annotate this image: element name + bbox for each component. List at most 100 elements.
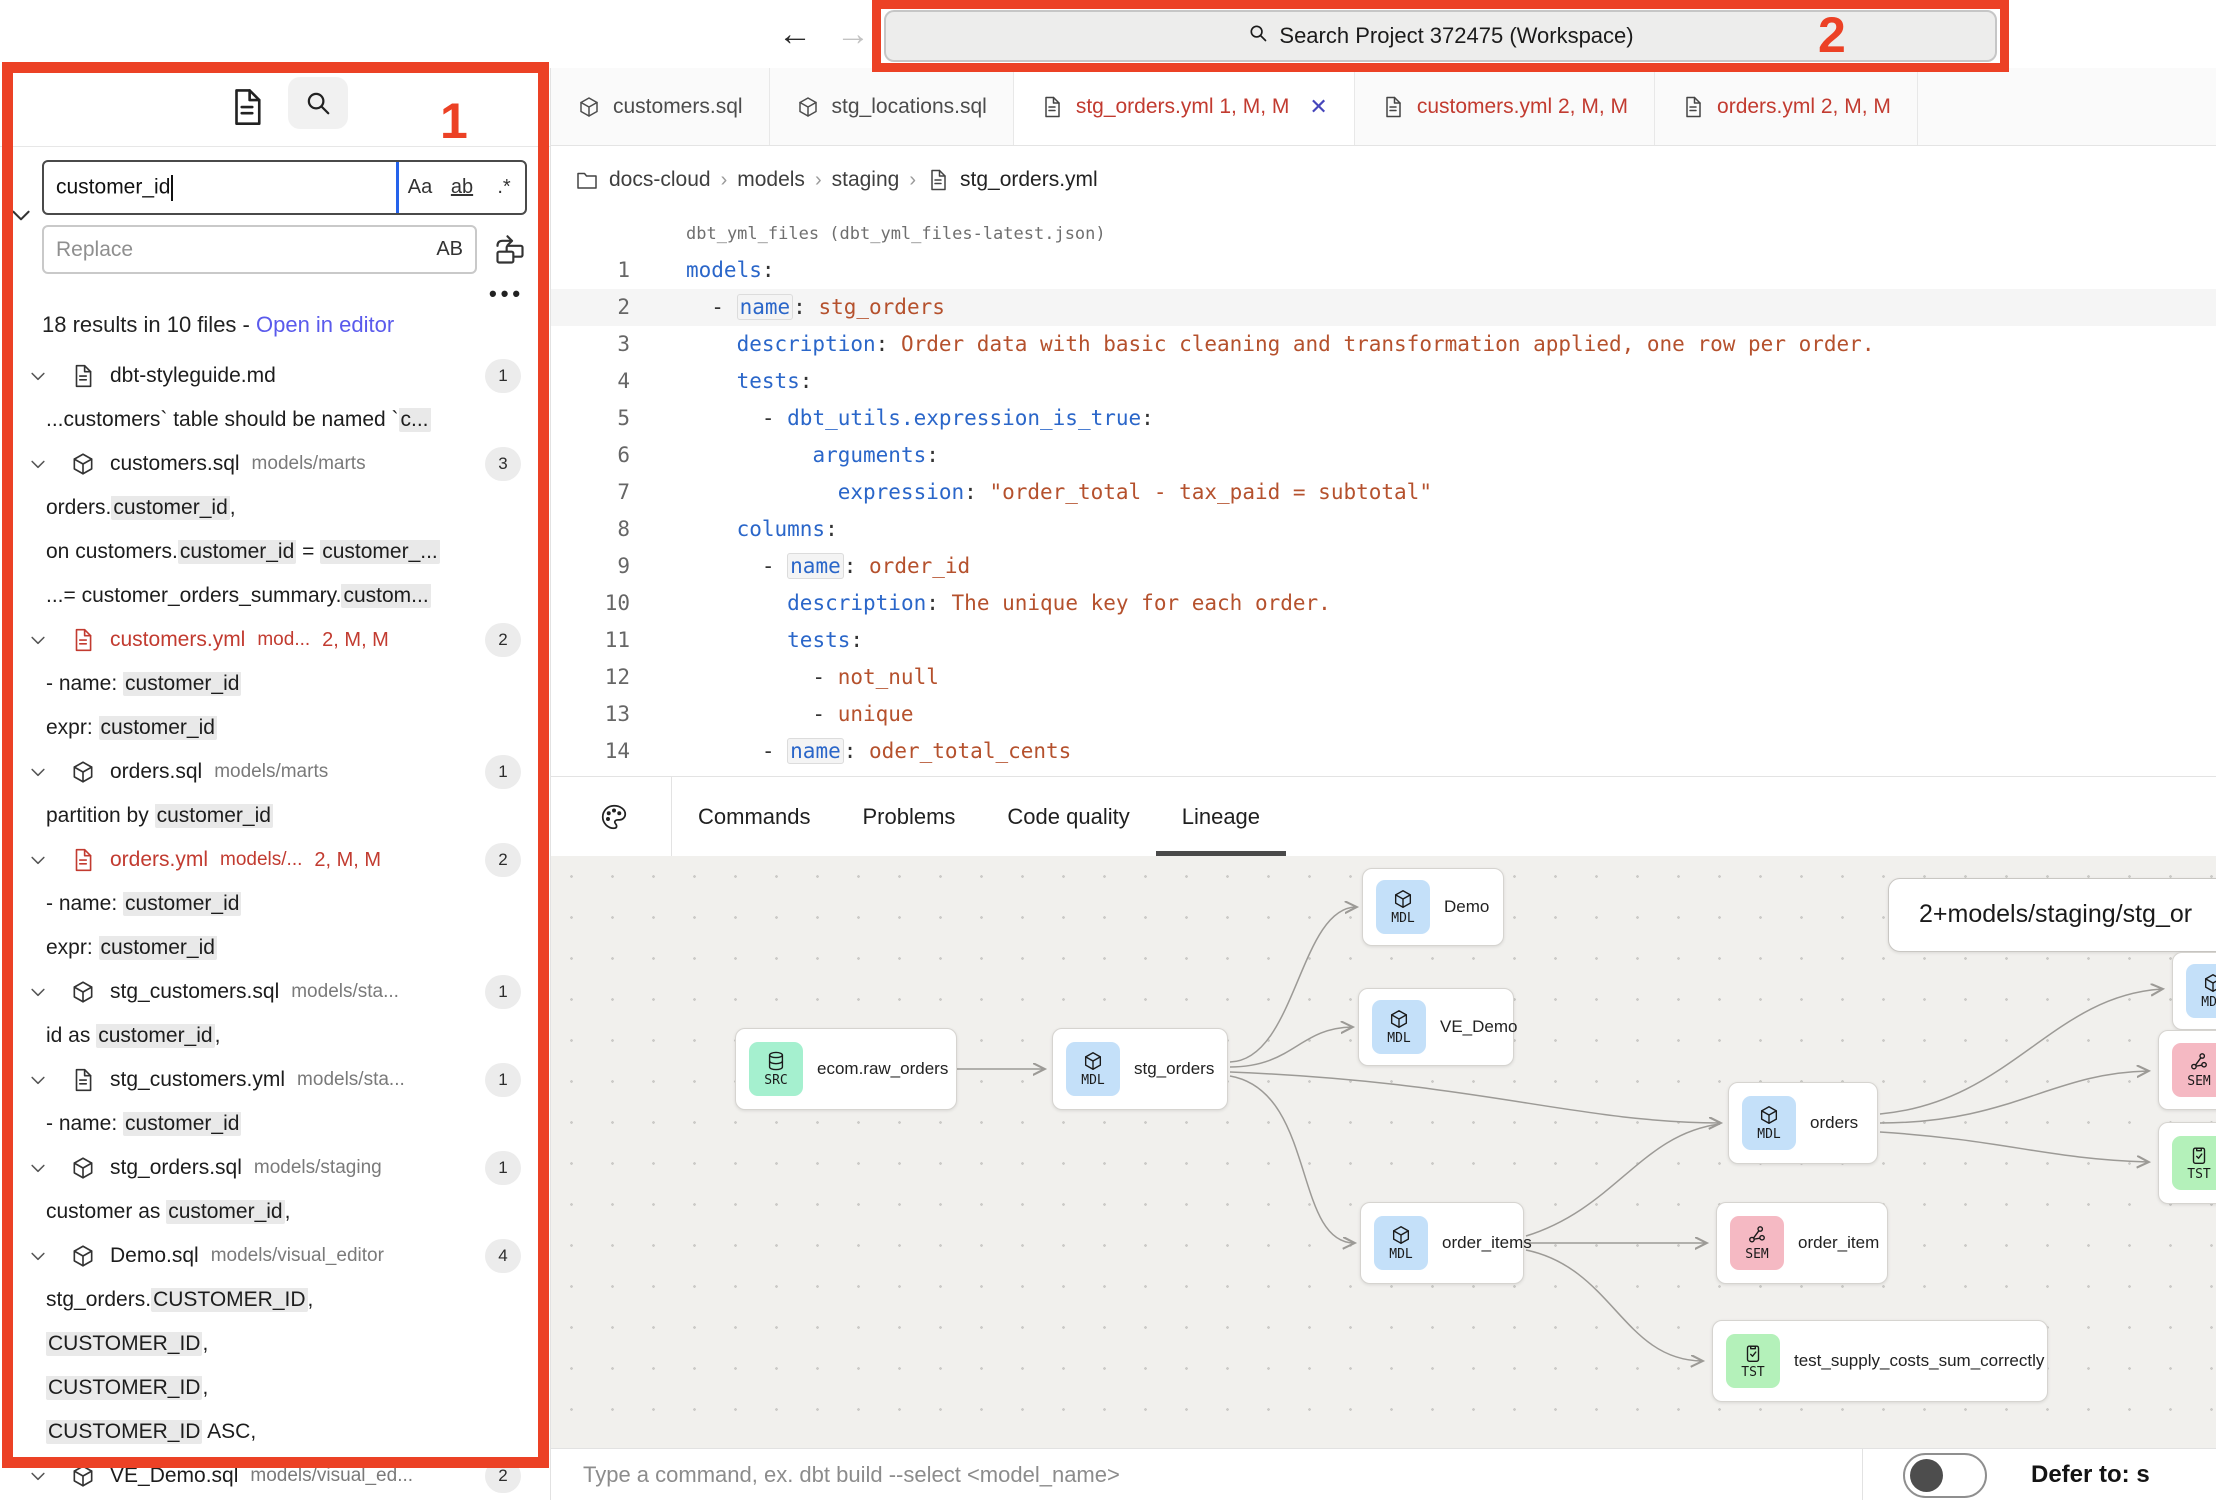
editor-tab-customers-yml[interactable]: customers.yml 2, M, M (1355, 68, 1655, 146)
result-match-row[interactable]: - name: customer_id (0, 1102, 551, 1146)
back-arrow-icon[interactable]: ← (778, 0, 812, 68)
result-match-row[interactable]: CUSTOMER_ID ASC, (0, 1410, 551, 1454)
code-line-1[interactable]: 1models: (551, 252, 2216, 289)
defer-toggle[interactable] (1903, 1453, 1987, 1498)
chevron-down-icon[interactable] (28, 630, 48, 650)
result-file-row[interactable]: stg_customers.ymlmodels/sta...1 (0, 1058, 551, 1102)
editor-tab-stg_orders-yml[interactable]: stg_orders.yml 1, M, M✕ (1014, 68, 1355, 146)
chevron-down-icon[interactable] (28, 982, 48, 1002)
panel-tab-commands[interactable]: Commands (672, 777, 836, 856)
result-match-row[interactable]: on customers.customer_id = customer_... (0, 530, 551, 574)
result-file-row[interactable]: orders.sqlmodels/marts1 (0, 750, 551, 794)
lineage-node-order_items[interactable]: MDLorder_items (1360, 1202, 1524, 1284)
result-match-row[interactable]: ...= customer_orders_summary.custom... (0, 574, 551, 618)
chevron-down-icon[interactable] (28, 366, 48, 386)
code-line-5[interactable]: 5 - dbt_utils.expression_is_true: (551, 400, 2216, 437)
project-search-bar[interactable]: Search Project 372475 (Workspace) (884, 10, 1997, 62)
result-file-row[interactable]: VE_Demo.sqlmodels/visual_ed...2 (0, 1454, 551, 1498)
replace-all-icon[interactable] (490, 230, 530, 270)
model-cube-icon (577, 95, 601, 119)
lineage-node-Demo[interactable]: MDLDemo (1362, 868, 1504, 946)
panel-tab-code-quality[interactable]: Code quality (981, 777, 1155, 856)
result-match-row[interactable]: - name: customer_id (0, 662, 551, 706)
code-line-8[interactable]: 8 columns: (551, 511, 2216, 548)
lineage-node-orders[interactable]: MDLorders (1728, 1082, 1878, 1164)
result-file-row[interactable]: Demo.sqlmodels/visual_editor4 (0, 1234, 551, 1278)
chevron-down-icon[interactable] (28, 1070, 48, 1090)
code-line-9[interactable]: 9 - name: order_id (551, 548, 2216, 585)
breadcrumb-file[interactable]: stg_orders.yml (960, 168, 1098, 192)
lineage-selector-box[interactable]: 2+models/staging/stg_or (1888, 878, 2216, 952)
chevron-down-icon[interactable] (28, 762, 48, 782)
breadcrumb-segment[interactable]: staging (832, 168, 900, 192)
whole-word-toggle[interactable]: ab (441, 176, 483, 199)
result-file-row[interactable]: customers.ymlmod...2, M, M2 (0, 618, 551, 662)
editor-tab-customers-sql[interactable]: customers.sql (551, 68, 770, 146)
chevron-down-icon[interactable] (28, 850, 48, 870)
result-match-row[interactable]: - name: customer_id (0, 882, 551, 926)
result-match-row[interactable]: ...customers` table should be named `c..… (0, 398, 551, 442)
line-content: columns: (630, 511, 838, 548)
code-line-11[interactable]: 11 tests: (551, 622, 2216, 659)
chevron-down-icon[interactable] (28, 1158, 48, 1178)
lineage-node-order_item[interactable]: SEMorder_item (1716, 1202, 1888, 1284)
close-icon[interactable]: ✕ (1309, 94, 1327, 120)
result-match-row[interactable]: CUSTOMER_ID, (0, 1322, 551, 1366)
code-line-7[interactable]: 7 expression: "order_total - tax_paid = … (551, 474, 2216, 511)
code-line-6[interactable]: 6 arguments: (551, 437, 2216, 474)
match-text: partition by customer_id (46, 804, 273, 828)
chevron-down-icon[interactable] (28, 1246, 48, 1266)
result-match-row[interactable]: id as customer_id, (0, 1014, 551, 1058)
lineage-node-partial[interactable]: SEM (2158, 1030, 2216, 1110)
result-file-path: models/marts (214, 761, 328, 783)
lineage-node-stg_orders[interactable]: MDLstg_orders (1052, 1028, 1228, 1110)
lineage-canvas[interactable]: 2+models/staging/stg_or SRCecom.raw_orde… (551, 856, 2216, 1448)
breadcrumb-segment[interactable]: models (737, 168, 805, 192)
panel-tab-problems[interactable]: Problems (836, 777, 981, 856)
code-line-13[interactable]: 13 - unique (551, 696, 2216, 733)
result-match-row[interactable]: orders.customer_id, (0, 486, 551, 530)
code-line-4[interactable]: 4 tests: (551, 363, 2216, 400)
code-line-12[interactable]: 12 - not_null (551, 659, 2216, 696)
result-match-row[interactable]: CUSTOMER_ID, (0, 1366, 551, 1410)
theme-palette-icon[interactable] (551, 777, 672, 856)
lineage-node-test_supply_costs_sum_correctly[interactable]: TSTtest_supply_costs_sum_correctly (1712, 1320, 2048, 1402)
replace-input[interactable]: Replace AB (42, 225, 477, 274)
search-tab-icon[interactable] (288, 77, 348, 129)
code-editor[interactable]: dbt_yml_files (dbt_yml_files-latest.json… (551, 214, 2216, 776)
lineage-node-partial[interactable]: TST (2158, 1122, 2216, 1204)
open-in-editor-link[interactable]: Open in editor (256, 312, 394, 337)
file-explorer-icon[interactable] (226, 86, 268, 128)
code-line-14[interactable]: 14 - name: oder_total_cents (551, 733, 2216, 770)
result-match-row[interactable]: expr: customer_id (0, 706, 551, 750)
code-line-2[interactable]: 2 - name: stg_orders (551, 289, 2216, 326)
result-file-row[interactable]: stg_customers.sqlmodels/sta...1 (0, 970, 551, 1014)
more-actions-icon[interactable]: ••• (489, 281, 524, 307)
result-match-row[interactable]: customer as customer_id, (0, 1190, 551, 1234)
chevron-down-icon[interactable] (28, 454, 48, 474)
breadcrumb-segment[interactable]: docs-cloud (609, 168, 711, 192)
match-case-toggle[interactable]: Aa (399, 176, 441, 199)
lineage-node-VE_Demo[interactable]: MDLVE_Demo (1358, 988, 1514, 1066)
preserve-case-toggle[interactable]: AB (436, 238, 475, 261)
result-file-row[interactable]: dbt-styleguide.md1 (0, 354, 551, 398)
regex-toggle[interactable]: .* (483, 176, 525, 199)
lineage-node-partial[interactable]: MDL (2172, 952, 2216, 1030)
result-file-row[interactable]: customers.sqlmodels/marts3 (0, 442, 551, 486)
lineage-node-ecom-raw_orders[interactable]: SRCecom.raw_orders (735, 1028, 957, 1110)
command-input[interactable]: Type a command, ex. dbt build --select <… (583, 1449, 1120, 1500)
editor-tab-stg_locations-sql[interactable]: stg_locations.sql (770, 68, 1014, 146)
chevron-down-icon[interactable] (28, 1466, 48, 1486)
result-file-row[interactable]: stg_orders.sqlmodels/staging1 (0, 1146, 551, 1190)
chevron-down-icon[interactable] (8, 202, 34, 228)
code-line-10[interactable]: 10 description: The unique key for each … (551, 585, 2216, 622)
code-line-3[interactable]: 3 description: Order data with basic cle… (551, 326, 2216, 363)
search-input[interactable]: customer_id Aa ab .* (42, 160, 527, 215)
result-match-row[interactable]: partition by customer_id (0, 794, 551, 838)
result-match-row[interactable]: stg_orders.CUSTOMER_ID, (0, 1278, 551, 1322)
editor-tab-orders-yml[interactable]: orders.yml 2, M, M (1655, 68, 1918, 146)
forward-arrow-icon[interactable]: → (836, 0, 870, 68)
panel-tab-lineage[interactable]: Lineage (1156, 777, 1286, 856)
result-file-row[interactable]: orders.ymlmodels/...2, M, M2 (0, 838, 551, 882)
result-match-row[interactable]: expr: customer_id (0, 926, 551, 970)
